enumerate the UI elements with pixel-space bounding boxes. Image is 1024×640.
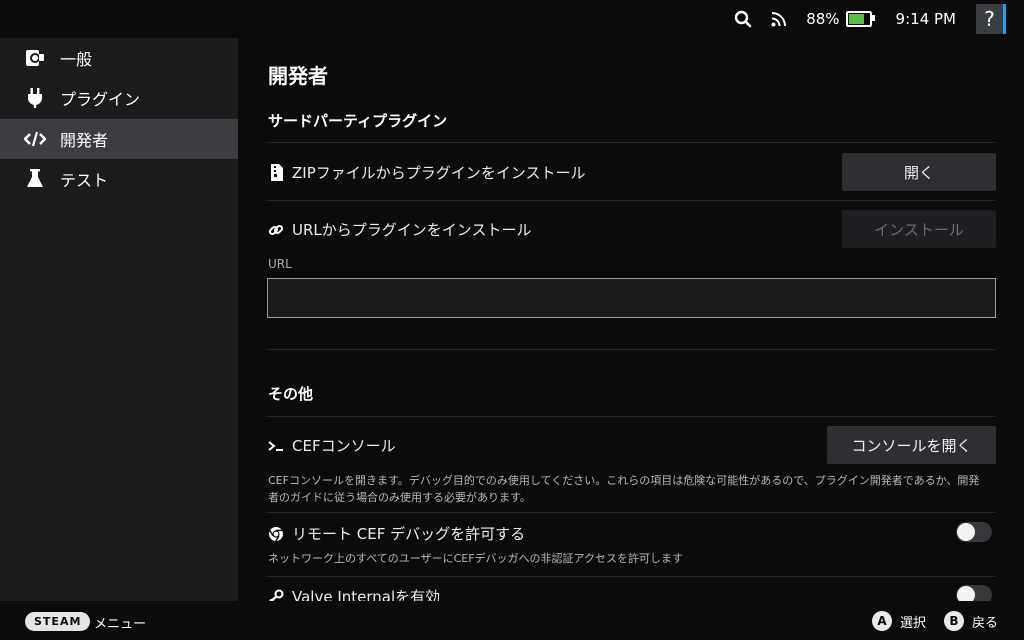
battery-fill (848, 14, 865, 24)
clock: 9:14 PM (895, 10, 956, 28)
link-icon (268, 222, 284, 238)
url-input[interactable] (267, 278, 996, 318)
cef-console-label: CEFコンソール (292, 437, 396, 455)
chrome-icon (268, 526, 284, 542)
valve-internal-label: Valve Internalを有効 (292, 588, 441, 601)
divider (267, 200, 996, 201)
terminal-icon (268, 438, 284, 454)
back-hint[interactable]: B 戻る (944, 611, 998, 631)
sidebar-item-general[interactable]: 一般 (0, 38, 238, 78)
remote-debug-description: ネットワーク上のすべてのユーザーにCEFデバッガへの非認証アクセスを許可します (268, 552, 683, 565)
url-install-label: URLからプラグインをインストール (292, 221, 532, 239)
divider (267, 576, 996, 577)
open-console-button[interactable]: コンソールを開く (827, 426, 996, 464)
cef-console-description: CEFコンソールを開きます。デバッグ目的でのみ使用してください。これらの項目は危… (268, 474, 980, 504)
main-panel: 開発者 サードパーティプラグイン ZIPファイルからプラグインをインストール 開… (238, 38, 1024, 601)
flask-icon (24, 168, 46, 190)
divider (267, 416, 996, 417)
select-hint[interactable]: A 選択 (872, 611, 926, 631)
open-zip-button[interactable]: 開く (842, 153, 996, 191)
sidebar: 一般 プラグイン 開発者 テスト (0, 38, 238, 601)
sidebar-item-plugins[interactable]: プラグイン (0, 78, 238, 118)
search-icon[interactable] (732, 8, 754, 30)
remote-debug-label: リモート CEF デバッグを許可する (292, 525, 526, 543)
url-install-row: URLからプラグインをインストール (268, 219, 531, 240)
sidebar-item-label: 一般 (60, 50, 93, 69)
toggle-knob (957, 523, 975, 541)
rss-icon (768, 8, 790, 30)
status-area: 88% 9:14 PM ? (732, 4, 1006, 34)
b-button-icon: B (944, 611, 964, 631)
menu-label: メニュー (94, 617, 147, 632)
section-title-third-party: サードパーティプラグイン (268, 112, 448, 130)
valve-internal-row: Valve Internalを有効 (268, 586, 440, 601)
a-button-icon: A (872, 611, 892, 631)
divider (267, 349, 996, 350)
plug-icon (24, 87, 46, 109)
help-button[interactable]: ? (976, 4, 1006, 34)
battery-icon (845, 11, 875, 27)
steam-icon (268, 589, 284, 601)
remote-debug-toggle[interactable] (956, 522, 992, 542)
zip-install-label: ZIPファイルからプラグインをインストール (292, 164, 586, 182)
bottom-bar: STEAM メニュー A 選択 B 戻る (0, 601, 1024, 640)
toggle-knob (957, 586, 975, 601)
section-title-other: その他 (268, 385, 314, 403)
install-url-button[interactable]: インストール (842, 210, 996, 248)
zip-install-row: ZIPファイルからプラグインをインストール (268, 162, 585, 183)
sidebar-item-developer[interactable]: 開発者 (0, 119, 238, 159)
battery-percentage: 88% (806, 10, 840, 28)
steam-button[interactable]: STEAM (25, 612, 91, 631)
sidebar-item-label: プラグイン (60, 90, 141, 109)
select-label: 選択 (900, 615, 927, 631)
remote-debug-row: リモート CEF デバッグを許可する (268, 523, 525, 544)
url-field-label: URL (268, 257, 292, 271)
sidebar-item-label: 開発者 (60, 131, 109, 150)
sidebar-item-test[interactable]: テスト (0, 159, 238, 199)
page-title: 開発者 (268, 64, 328, 88)
top-status-bar: 88% 9:14 PM ? (0, 0, 1024, 38)
general-icon (24, 47, 46, 69)
valve-internal-toggle[interactable] (956, 585, 992, 601)
sidebar-item-label: テスト (60, 171, 109, 190)
code-icon (24, 128, 46, 150)
cef-console-row: CEFコンソール (268, 435, 396, 456)
back-label: 戻る (972, 615, 999, 631)
zip-file-icon (268, 164, 284, 181)
divider (267, 142, 996, 143)
divider (267, 512, 996, 513)
